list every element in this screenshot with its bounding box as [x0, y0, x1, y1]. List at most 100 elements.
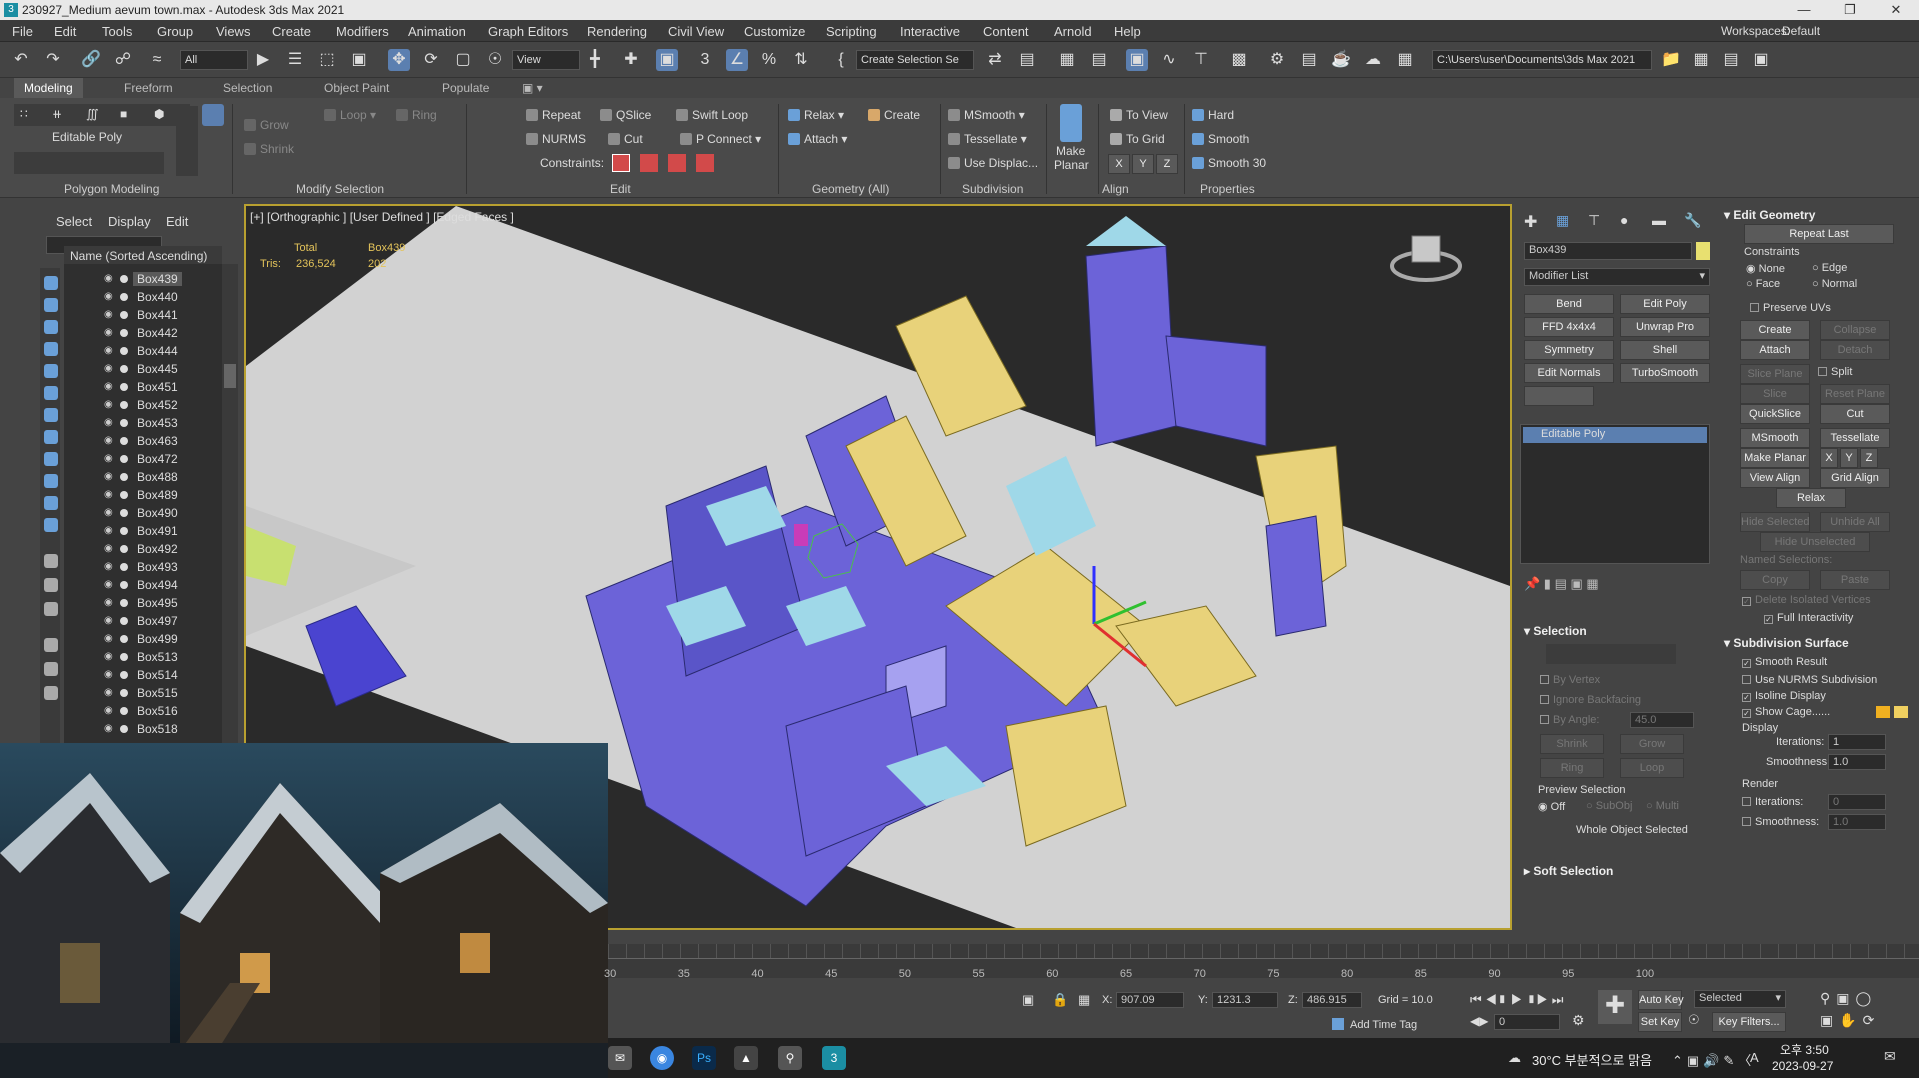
freeze-dot-icon[interactable]: [120, 689, 128, 697]
spinner-snap-icon[interactable]: ⇅: [790, 49, 812, 71]
key-filters-button[interactable]: Key Filters...: [1712, 1012, 1786, 1032]
ribbon-to-view[interactable]: To View: [1110, 108, 1168, 122]
tab-object-paint[interactable]: Object Paint: [324, 81, 389, 95]
scene-list-item[interactable]: ◉ Box440: [64, 288, 222, 306]
subdivision-surface-header[interactable]: ▾ Subdivision Surface: [1724, 636, 1849, 650]
freeze-dot-icon[interactable]: [120, 563, 128, 571]
tab-freeform[interactable]: Freeform: [124, 81, 173, 95]
scene-list-item[interactable]: ◉ Box453: [64, 414, 222, 432]
constraint-face-radio[interactable]: ○ Face: [1746, 278, 1780, 290]
visibility-eye-icon[interactable]: ◉: [104, 309, 115, 320]
find-icon[interactable]: [44, 662, 58, 676]
key-selection-dropdown[interactable]: Selected ▾: [1694, 990, 1786, 1008]
ribbon-hard[interactable]: Hard: [1192, 108, 1234, 122]
project-path-dropdown[interactable]: C:\Users\user\Documents\3ds Max 2021: [1432, 50, 1652, 70]
scale-icon[interactable]: ▢: [452, 49, 474, 71]
visibility-eye-icon[interactable]: ◉: [104, 579, 115, 590]
display-shapes-icon[interactable]: [44, 298, 58, 312]
notification-icon[interactable]: ✉: [1884, 1048, 1896, 1065]
display-none-icon[interactable]: [44, 578, 58, 592]
ribbon-ring[interactable]: Ring: [396, 108, 437, 122]
pivot-center-icon[interactable]: ╋: [584, 49, 606, 71]
link-icon[interactable]: 🔗: [80, 49, 102, 71]
menu-file[interactable]: File: [12, 24, 33, 39]
search-app-icon[interactable]: ⚲: [778, 1046, 802, 1070]
scene-list-item[interactable]: ◉ Box442: [64, 324, 222, 342]
display-smoothness-spinner[interactable]: 1.0: [1828, 754, 1886, 770]
visibility-eye-icon[interactable]: ◉: [104, 597, 115, 608]
polygon-mode-icon[interactable]: ■: [120, 107, 127, 121]
freeze-dot-icon[interactable]: [120, 635, 128, 643]
project-folder-icon[interactable]: 📁: [1660, 49, 1682, 71]
time-config-gear-icon[interactable]: ⚙: [1572, 1012, 1585, 1029]
scene-list-item[interactable]: ◉ Box514: [64, 666, 222, 684]
scene-list-item[interactable]: ◉ Box441: [64, 306, 222, 324]
freeze-dot-icon[interactable]: [120, 545, 128, 553]
menu-views[interactable]: Views: [216, 24, 250, 39]
display-all-icon[interactable]: [44, 554, 58, 568]
full-interactivity-checkbox[interactable]: ✓ Full Interactivity: [1764, 612, 1853, 624]
freeze-dot-icon[interactable]: [120, 491, 128, 499]
align-z-button[interactable]: Z: [1156, 154, 1178, 174]
visibility-eye-icon[interactable]: ◉: [104, 507, 115, 518]
planar-x-button[interactable]: X: [1820, 448, 1838, 468]
freeze-dot-icon[interactable]: [120, 617, 128, 625]
freeze-dot-icon[interactable]: [120, 401, 128, 409]
scene-list-item[interactable]: ◉ Box490: [64, 504, 222, 522]
percent-snap-icon[interactable]: %: [758, 49, 780, 71]
make-label[interactable]: Make: [1056, 144, 1085, 158]
selection-filter-dropdown[interactable]: All: [180, 50, 248, 70]
menu-graph-editors[interactable]: Graph Editors: [488, 24, 568, 39]
menu-help[interactable]: Help: [1114, 24, 1141, 39]
group-align[interactable]: Align: [1102, 182, 1129, 196]
copy-button[interactable]: Copy: [1740, 570, 1810, 590]
key-mode-icon[interactable]: ☉: [1688, 1012, 1700, 1028]
visibility-eye-icon[interactable]: ◉: [104, 363, 115, 374]
make-planar-icon[interactable]: [1060, 104, 1082, 142]
scene-tab-display[interactable]: Display: [108, 214, 151, 229]
slice-button[interactable]: Slice: [1740, 384, 1810, 404]
use-nurms-checkbox[interactable]: Use NURMS Subdivision: [1742, 674, 1877, 686]
edit-geometry-header[interactable]: ▾ Edit Geometry: [1724, 208, 1815, 222]
scene-list-scrollbar[interactable]: [222, 264, 238, 744]
freeze-dot-icon[interactable]: [120, 329, 128, 337]
clock-time[interactable]: 오후 3:50: [1780, 1041, 1829, 1058]
unlink-icon[interactable]: ☍: [112, 49, 134, 71]
current-frame-field[interactable]: 0: [1494, 1014, 1560, 1030]
repeat-last-button[interactable]: Repeat Last: [1744, 224, 1894, 244]
hierarchy-tab-icon[interactable]: ⊤: [1588, 212, 1600, 229]
viewport-nav-icons[interactable]: ⚲▣◯: [1820, 990, 1916, 1007]
scene-list-item[interactable]: ◉ Box492: [64, 540, 222, 558]
visibility-eye-icon[interactable]: ◉: [104, 669, 115, 680]
playback-controls[interactable]: ⏮ ◀▮ ▶ ▮▶ ⏭: [1470, 992, 1580, 1008]
make-planar-button[interactable]: Make Planar: [1740, 448, 1810, 468]
render-iterations-label[interactable]: Iterations:: [1742, 796, 1803, 808]
menu-customize[interactable]: Customize: [744, 24, 805, 39]
preview-subobj-radio[interactable]: ○ SubObj: [1586, 800, 1632, 812]
timeline-track[interactable]: 30 35 40 45 50 55 60 65 70 75 80 85 90 95 100: [604, 944, 1919, 980]
collapse-button[interactable]: Collapse: [1820, 320, 1890, 340]
ignore-backfacing-checkbox[interactable]: Ignore Backfacing: [1540, 694, 1641, 706]
freeze-dot-icon[interactable]: [120, 365, 128, 373]
align-icon[interactable]: ▤: [1016, 49, 1038, 71]
turbosmooth-button[interactable]: TurboSmooth: [1620, 363, 1710, 383]
bend-button[interactable]: Bend: [1524, 294, 1614, 314]
grid-align-button[interactable]: Grid Align: [1820, 468, 1890, 488]
scene-list-item[interactable]: ◉ Box463: [64, 432, 222, 450]
menu-interactive[interactable]: Interactive: [900, 24, 960, 39]
freeze-dot-icon[interactable]: [120, 653, 128, 661]
edge-mode-icon[interactable]: ⧺: [52, 107, 62, 121]
reference-coord-dropdown[interactable]: View: [512, 50, 580, 70]
visibility-eye-icon[interactable]: ◉: [104, 615, 115, 626]
freeze-dot-icon[interactable]: [120, 293, 128, 301]
freeze-dot-icon[interactable]: [120, 509, 128, 517]
y-coord-field[interactable]: 1231.3: [1212, 992, 1278, 1008]
view-cube-icon[interactable]: [1390, 235, 1462, 282]
scene-list-item[interactable]: ◉ Box493: [64, 558, 222, 576]
visibility-eye-icon[interactable]: ◉: [104, 723, 115, 734]
freeze-dot-icon[interactable]: [120, 527, 128, 535]
menu-tools[interactable]: Tools: [102, 24, 132, 39]
viewport-layout-icon[interactable]: ▣: [1750, 49, 1772, 71]
workspace-dropdown[interactable]: Default: [1782, 24, 1820, 38]
weather-text[interactable]: 30°C 부분적으로 맑음: [1532, 1050, 1652, 1069]
